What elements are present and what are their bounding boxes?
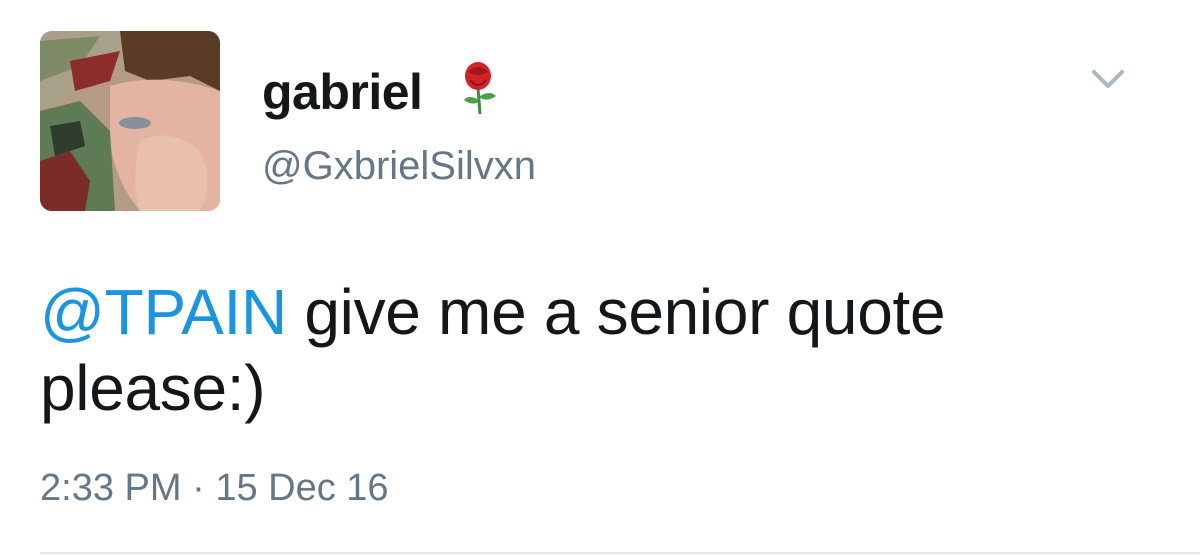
avatar-photo bbox=[40, 31, 220, 211]
tweet-date: 15 Dec 16 bbox=[215, 467, 389, 509]
mention-link[interactable]: @TPAIN bbox=[40, 276, 287, 348]
tweet-card: gabriel @GxbrielSilvxn @TPAIN give me a … bbox=[0, 0, 1200, 556]
rose-icon bbox=[464, 62, 496, 115]
avatar[interactable] bbox=[40, 31, 220, 211]
user-handle[interactable]: @GxbrielSilvxn bbox=[262, 140, 536, 192]
divider bbox=[40, 552, 1200, 554]
meta-separator: · bbox=[192, 467, 205, 509]
tweet-text: @TPAIN give me a senior quote please:) bbox=[40, 274, 1160, 426]
tweet-timestamp[interactable]: 2:33 PM · 15 Dec 16 bbox=[40, 462, 389, 514]
tweet-time: 2:33 PM bbox=[40, 467, 182, 509]
display-name[interactable]: gabriel bbox=[262, 62, 423, 122]
chevron-down-icon[interactable] bbox=[1088, 64, 1128, 94]
